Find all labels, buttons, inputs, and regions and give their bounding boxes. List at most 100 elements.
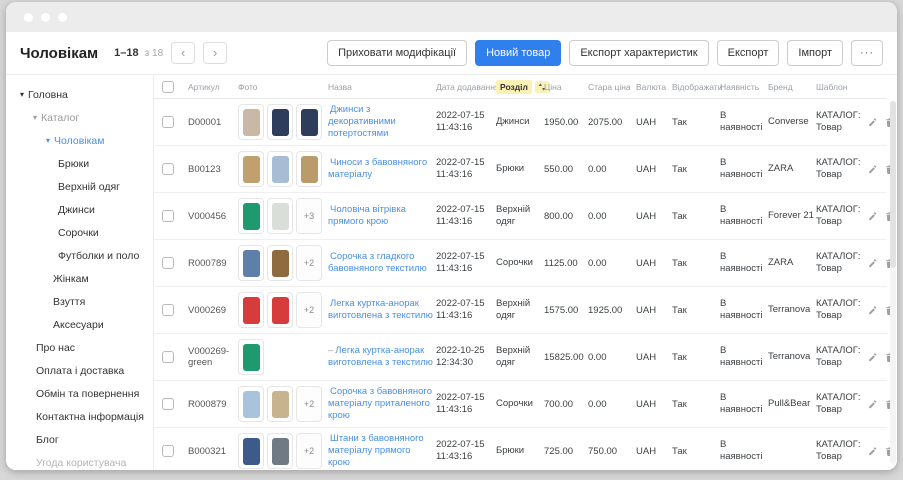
sidebar-item-jeans[interactable]: Джинси: [6, 198, 153, 221]
sidebar-item-label: Жінкам: [53, 272, 89, 285]
product-photo[interactable]: [238, 151, 264, 187]
row-checkbox[interactable]: [162, 398, 174, 410]
import-button[interactable]: Імпорт: [787, 40, 843, 66]
column-header-photo[interactable]: Фото: [238, 82, 326, 92]
product-photo[interactable]: [238, 292, 264, 328]
column-header-template[interactable]: Шаблон: [816, 82, 866, 92]
more-photos-badge[interactable]: +3: [296, 198, 322, 234]
edit-icon[interactable]: [868, 398, 878, 411]
row-checkbox[interactable]: [162, 351, 174, 363]
product-photo[interactable]: [267, 292, 293, 328]
sidebar-item-payment-delivery[interactable]: Оплата і доставка: [6, 359, 153, 382]
row-checkbox[interactable]: [162, 445, 174, 457]
sidebar-item-shirts[interactable]: Сорочки: [6, 221, 153, 244]
sidebar-item-catalog[interactable]: ▾ Каталог: [6, 106, 153, 129]
product-photo[interactable]: [238, 104, 264, 140]
more-photos-badge[interactable]: +2: [296, 245, 322, 281]
product-photo[interactable]: [267, 151, 293, 187]
sidebar-item-exchange-return[interactable]: Обмін та повернення: [6, 382, 153, 405]
product-row: B000321 +2 Штани з бавовняного матеріалу…: [154, 428, 893, 470]
window-control-dot[interactable]: [58, 12, 67, 22]
product-name-link[interactable]: Джинси з декоративними потертостями: [328, 104, 396, 139]
new-product-button[interactable]: Новий товар: [475, 40, 562, 66]
product-photo[interactable]: [267, 104, 293, 140]
sidebar-item-tshirts-polo[interactable]: Футболки и поло: [6, 244, 153, 267]
window-control-dot[interactable]: [41, 12, 50, 22]
edit-icon[interactable]: [868, 257, 878, 270]
sidebar-item-home[interactable]: ▾ Головна: [6, 83, 153, 106]
sidebar-item-blog[interactable]: Блог: [6, 428, 153, 451]
product-name-link[interactable]: Легка куртка-анорак виготовлена з тексти…: [328, 298, 433, 321]
edit-icon[interactable]: [868, 304, 878, 317]
edit-icon[interactable]: [868, 351, 878, 364]
more-actions-button[interactable]: ···: [851, 40, 883, 66]
display-cell: Так: [672, 351, 687, 363]
window-control-dot[interactable]: [24, 12, 33, 22]
chevron-right-icon: ›: [212, 45, 218, 60]
more-photos-badge[interactable]: +2: [296, 433, 322, 469]
product-photo[interactable]: [238, 386, 264, 422]
product-row: V000269-green – Легка куртка-анорак вигот…: [154, 334, 893, 381]
sidebar-item-label: Головна: [28, 88, 68, 101]
product-photo[interactable]: [238, 198, 264, 234]
prev-page-button[interactable]: ‹: [171, 42, 196, 64]
column-header-currency[interactable]: Валюта: [636, 82, 670, 92]
product-photo[interactable]: [267, 433, 293, 469]
edit-icon[interactable]: [868, 163, 878, 176]
product-photo[interactable]: [267, 386, 293, 422]
column-header-availability[interactable]: Наявність: [720, 82, 766, 92]
product-photo[interactable]: [267, 198, 293, 234]
sidebar-item-accessories[interactable]: Аксесуари: [6, 313, 153, 336]
sidebar-item-about-us[interactable]: Про нас: [6, 336, 153, 359]
row-checkbox[interactable]: [162, 257, 174, 269]
hide-modifications-button[interactable]: Приховати модифікації: [327, 40, 468, 66]
product-photo[interactable]: [296, 104, 322, 140]
product-name-link[interactable]: Штани з бавовняного матеріалу прямого кр…: [328, 433, 424, 468]
window-titlebar: [6, 2, 897, 32]
sidebar-item-outerwear[interactable]: Верхній одяг: [6, 175, 153, 198]
export-button[interactable]: Експорт: [716, 40, 780, 66]
product-name-link[interactable]: Чиноси з бавовняного матеріалу: [328, 157, 427, 180]
column-header-section[interactable]: Розділ: [496, 79, 549, 94]
column-header-price[interactable]: Ціна: [544, 82, 586, 92]
product-photo[interactable]: [238, 245, 264, 281]
column-header-old_price[interactable]: Стара ціна: [588, 82, 634, 92]
edit-icon[interactable]: [868, 116, 878, 129]
product-name-link[interactable]: Сорочка з бавовняного матеріалу притален…: [328, 386, 432, 421]
product-photo[interactable]: [296, 151, 322, 187]
sidebar-item-shoes[interactable]: Взуття: [6, 290, 153, 313]
section-cell: Сорочки: [496, 398, 533, 410]
edit-icon[interactable]: [868, 445, 878, 458]
sidebar-item-contact-info[interactable]: Контактна інформація: [6, 405, 153, 428]
product-name-link[interactable]: Сорочка з гладкого бавовняного текстилю: [328, 251, 427, 274]
scrollbar-thumb[interactable]: [890, 101, 896, 268]
product-name-link[interactable]: Чоловіча вітрівка прямого крою: [328, 204, 406, 227]
column-header-brand[interactable]: Бренд: [768, 82, 814, 92]
product-photo[interactable]: [238, 433, 264, 469]
product-photo[interactable]: [267, 245, 293, 281]
more-photos-badge[interactable]: +2: [296, 292, 322, 328]
column-header-display[interactable]: Відображати: [672, 82, 722, 92]
product-photo[interactable]: [238, 339, 264, 375]
column-header-date[interactable]: Дата додавання: [436, 82, 500, 92]
row-checkbox[interactable]: [162, 210, 174, 222]
sidebar-item-trousers[interactable]: Брюки: [6, 152, 153, 175]
next-page-button[interactable]: ›: [203, 42, 228, 64]
product-name-link[interactable]: Легка куртка-анорак виготовлена з тексти…: [328, 345, 433, 368]
sidebar-item-women[interactable]: Жінкам: [6, 267, 153, 290]
edit-icon[interactable]: [868, 210, 878, 223]
sidebar-item-men[interactable]: ▾ Чоловікам: [6, 129, 153, 152]
column-header-article[interactable]: Артикул: [188, 82, 236, 92]
row-checkbox[interactable]: [162, 163, 174, 175]
row-checkbox[interactable]: [162, 304, 174, 316]
column-header-name[interactable]: Назва: [328, 82, 434, 92]
export-characteristics-button[interactable]: Експорт характеристик: [569, 40, 709, 66]
sidebar-item-user-agreement[interactable]: Угода користувача: [6, 451, 153, 470]
display-cell: Так: [672, 445, 687, 457]
availability-cell: В наявності: [720, 157, 763, 180]
vertical-scrollbar[interactable]: [890, 101, 896, 464]
select-all-checkbox[interactable]: [162, 80, 174, 93]
sidebar-item-label: Взуття: [53, 295, 86, 308]
row-checkbox[interactable]: [162, 116, 174, 128]
more-photos-badge[interactable]: +2: [296, 386, 322, 422]
